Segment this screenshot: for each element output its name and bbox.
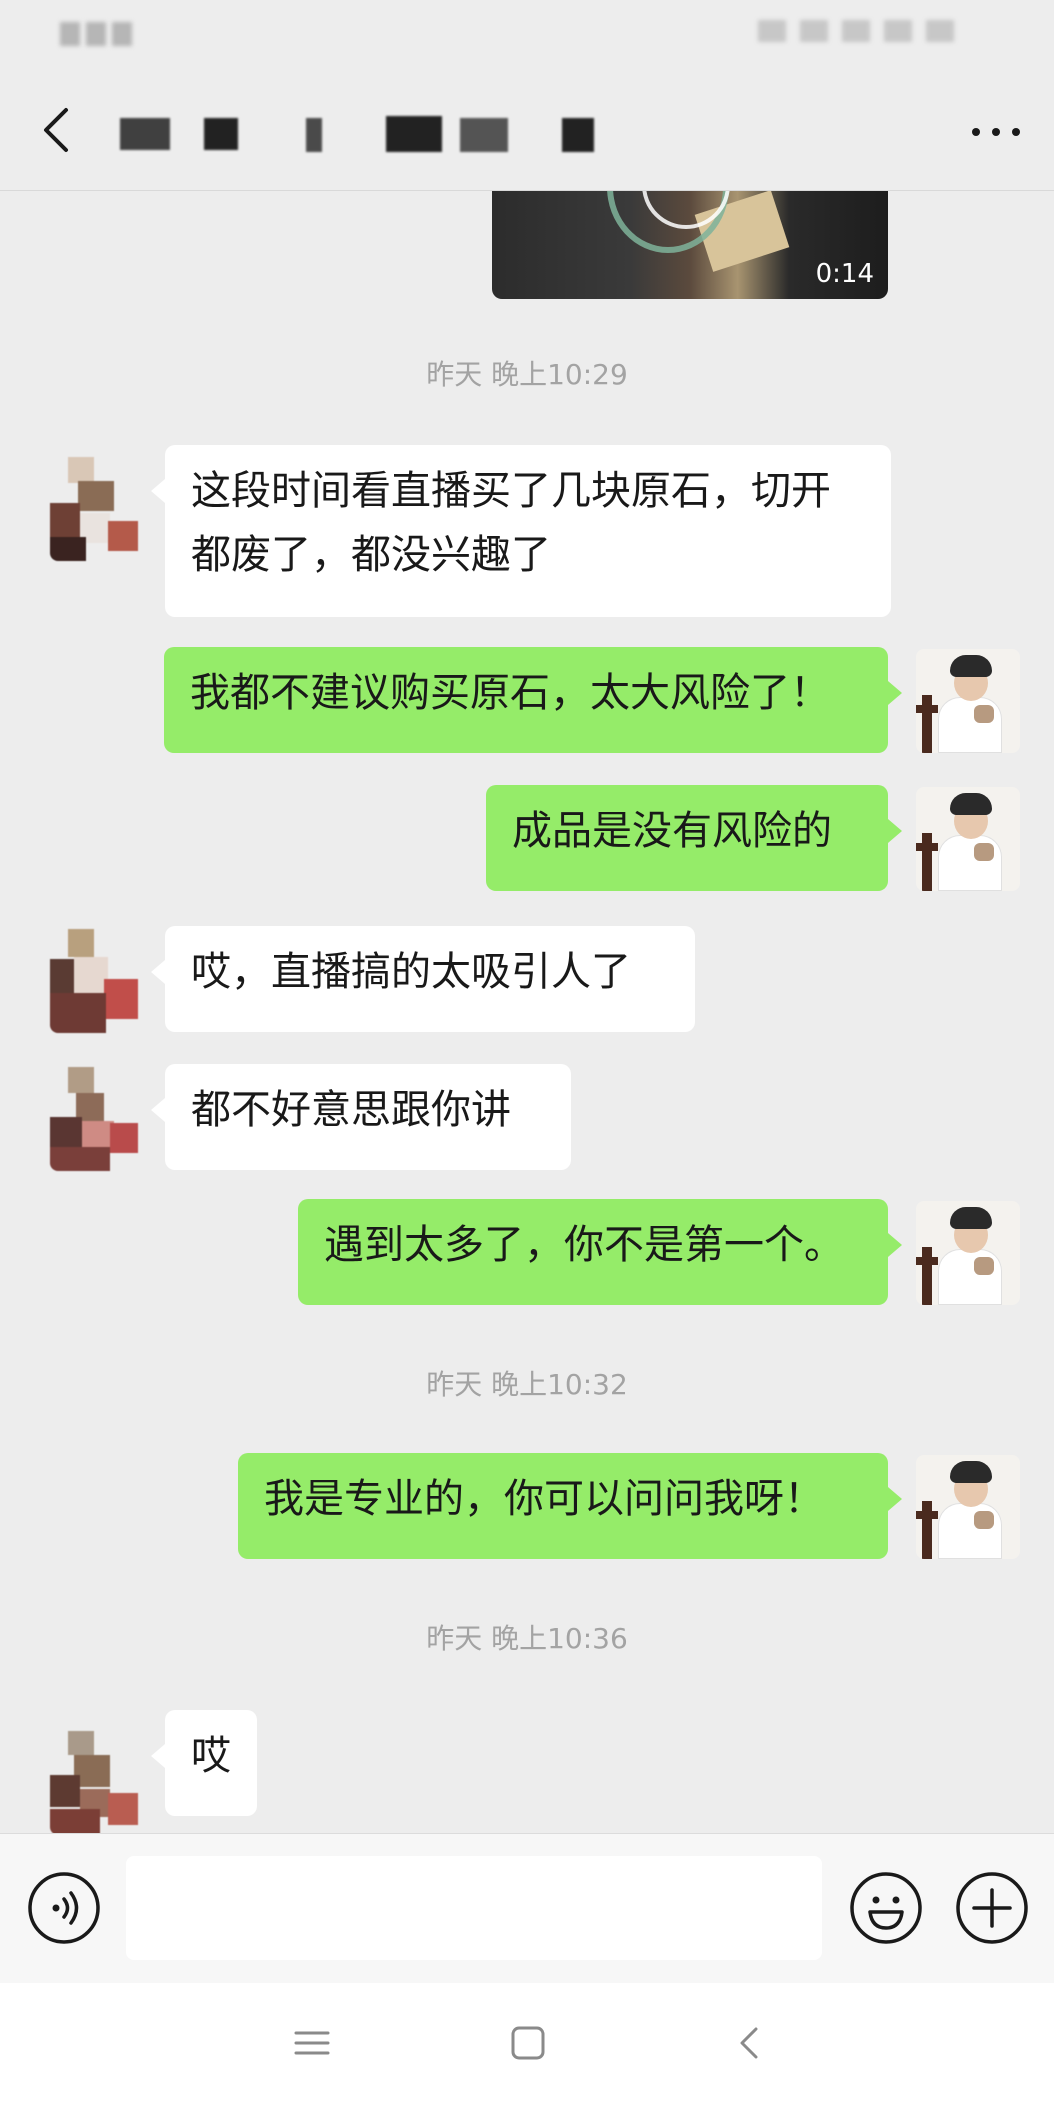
message-bubble-incoming[interactable]: 都不好意思跟你讲 xyxy=(151,1064,571,1170)
message-bubble-incoming[interactable]: 哎 xyxy=(151,1710,257,1816)
message-list[interactable]: 0:14 昨天 晚上10:29 这段时间看直播买了几块原石，切开都废了，都没兴趣… xyxy=(0,191,1054,1833)
timestamp: 昨天 晚上10:32 xyxy=(426,1368,628,1401)
video-message[interactable]: 0:14 xyxy=(492,191,888,299)
timestamp: 昨天 晚上10:36 xyxy=(426,1622,628,1655)
my-avatar[interactable] xyxy=(916,1201,1020,1305)
input-bar xyxy=(0,1833,1054,1984)
contact-avatar[interactable] xyxy=(50,457,138,561)
status-bar xyxy=(0,0,1054,72)
system-navigation-bar xyxy=(0,1983,1054,2108)
video-duration: 0:14 xyxy=(815,259,874,289)
chat-screen: 0:14 昨天 晚上10:29 这段时间看直播买了几块原石，切开都废了，都没兴趣… xyxy=(0,0,1054,2108)
plus-icon[interactable] xyxy=(954,1870,1030,1946)
chat-header xyxy=(0,72,1054,191)
voice-icon[interactable] xyxy=(26,1870,102,1946)
message-bubble-outgoing[interactable]: 我是专业的，你可以问问我呀！ xyxy=(238,1453,902,1559)
my-avatar[interactable] xyxy=(916,1455,1020,1559)
message-bubble-incoming[interactable]: 哎，直播搞的太吸引人了 xyxy=(151,926,695,1032)
timestamp: 昨天 晚上10:29 xyxy=(426,358,628,391)
status-time-blurred xyxy=(60,22,150,50)
my-avatar[interactable] xyxy=(916,649,1020,753)
more-dots-icon[interactable] xyxy=(966,112,1026,152)
message-bubble-outgoing[interactable]: 我都不建议购买原石，太大风险了！ xyxy=(164,647,902,753)
chevron-left-icon[interactable] xyxy=(28,100,88,160)
contact-avatar[interactable] xyxy=(50,929,138,1033)
system-back-icon[interactable] xyxy=(730,2023,770,2063)
contact-avatar[interactable] xyxy=(50,1731,138,1833)
message-bubble-outgoing[interactable]: 成品是没有风险的 xyxy=(486,785,902,891)
my-avatar[interactable] xyxy=(916,787,1020,891)
status-icons-blurred xyxy=(744,20,1024,50)
menu-icon[interactable] xyxy=(292,2023,332,2063)
contact-avatar[interactable] xyxy=(50,1067,138,1171)
message-input[interactable] xyxy=(126,1856,822,1960)
message-bubble-outgoing[interactable]: 遇到太多了，你不是第一个。 xyxy=(298,1199,902,1305)
message-bubble-incoming[interactable]: 这段时间看直播买了几块原石，切开都废了，都没兴趣了 xyxy=(151,445,891,617)
home-icon[interactable] xyxy=(508,2023,548,2063)
emoji-icon[interactable] xyxy=(848,1870,924,1946)
